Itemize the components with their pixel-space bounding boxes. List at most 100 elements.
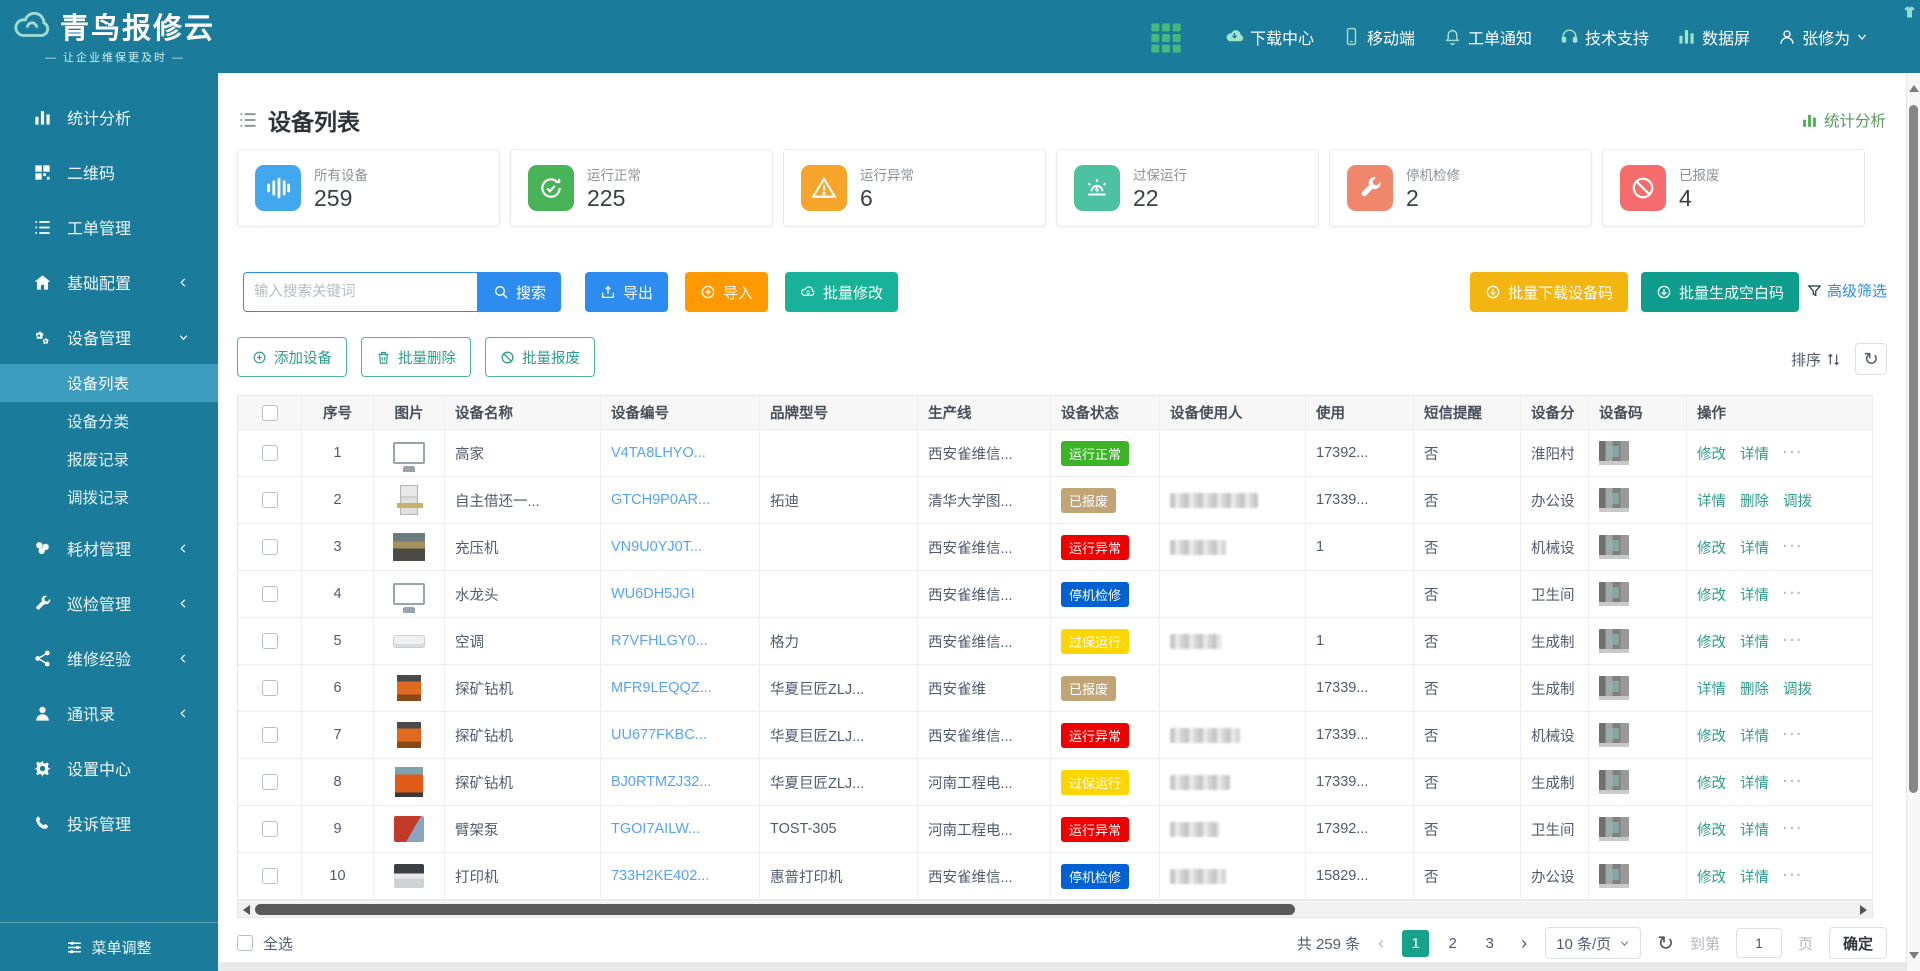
action-link-详情[interactable]: 详情	[1740, 819, 1769, 840]
page-size-select[interactable]: 10 条/页	[1545, 927, 1641, 959]
page-number-2[interactable]: 2	[1439, 930, 1466, 957]
scroll-left-arrow-icon[interactable]	[243, 905, 250, 915]
more-actions-button[interactable]: ···	[1783, 727, 1804, 743]
batch-scrap-button[interactable]: 批量报废	[485, 337, 595, 377]
action-link-详情[interactable]: 详情	[1740, 443, 1769, 464]
device-code-link[interactable]: TGOI7AILW...	[611, 821, 700, 837]
device-code-link[interactable]: 733H2KE402...	[611, 868, 709, 884]
theme-clothes-icon[interactable]	[1902, 4, 1917, 20]
vertical-scrollbar[interactable]	[1906, 73, 1920, 971]
add-device-button[interactable]: 添加设备	[237, 337, 347, 377]
sort-control[interactable]: 排序	[1791, 349, 1841, 370]
import-button[interactable]: 导入	[685, 272, 768, 312]
sidebar-item-orders[interactable]: 工单管理	[0, 207, 218, 247]
device-code-link[interactable]: UU677FKBC...	[611, 727, 707, 743]
apps-grid-icon[interactable]	[1150, 22, 1182, 54]
scroll-right-arrow-icon[interactable]	[1860, 905, 1867, 915]
device-code-link[interactable]: V4TA8LHYO...	[611, 445, 706, 461]
row-checkbox[interactable]	[262, 727, 278, 743]
device-code-link[interactable]: WU6DH5JGI	[611, 586, 695, 602]
action-link-修改[interactable]: 修改	[1697, 537, 1726, 558]
action-link-详情[interactable]: 详情	[1740, 866, 1769, 887]
export-button[interactable]: 导出	[585, 272, 668, 312]
more-actions-button[interactable]: ···	[1783, 633, 1804, 649]
row-checkbox[interactable]	[262, 586, 278, 602]
device-qr-code[interactable]	[1599, 676, 1629, 700]
sidebar-item-devices[interactable]: 设备管理	[0, 317, 218, 357]
more-actions-button[interactable]: ···	[1783, 445, 1804, 461]
device-code-link[interactable]: GTCH9P0AR...	[611, 492, 710, 508]
page-number-1[interactable]: 1	[1402, 930, 1429, 957]
search-button[interactable]: 搜索	[478, 272, 561, 312]
action-link-详情[interactable]: 详情	[1697, 490, 1726, 511]
more-actions-button[interactable]: ···	[1783, 539, 1804, 555]
action-link-删除[interactable]: 删除	[1740, 490, 1769, 511]
sidebar-item-menu-adjust[interactable]: 菜单调整	[0, 922, 218, 971]
sidebar-item-device-list[interactable]: 设备列表	[0, 364, 218, 402]
action-link-修改[interactable]: 修改	[1697, 866, 1726, 887]
row-checkbox[interactable]	[262, 633, 278, 649]
page-number-3[interactable]: 3	[1476, 930, 1503, 957]
scroll-up-arrow-icon[interactable]	[1909, 85, 1919, 92]
sidebar-item-base-config[interactable]: 基础配置	[0, 262, 218, 302]
row-checkbox[interactable]	[262, 680, 278, 696]
action-link-修改[interactable]: 修改	[1697, 725, 1726, 746]
refresh-button[interactable]: ↻	[1855, 343, 1887, 375]
row-checkbox[interactable]	[262, 774, 278, 790]
sidebar-item-consumables[interactable]: 耗材管理	[0, 528, 218, 568]
action-link-详情[interactable]: 详情	[1740, 725, 1769, 746]
action-link-详情[interactable]: 详情	[1740, 772, 1769, 793]
device-code-link[interactable]: R7VFHLGY0...	[611, 633, 708, 649]
sidebar-item-inspection[interactable]: 巡检管理	[0, 583, 218, 623]
row-checkbox[interactable]	[262, 445, 278, 461]
prev-page-arrow[interactable]: ‹	[1376, 933, 1386, 954]
action-link-调拨[interactable]: 调拨	[1783, 490, 1812, 511]
device-qr-code[interactable]	[1599, 582, 1629, 606]
stats-analysis-link[interactable]: 统计分析	[1801, 109, 1886, 131]
nav-item-order-notice[interactable]: 工单通知	[1443, 25, 1532, 49]
row-checkbox[interactable]	[262, 492, 278, 508]
sidebar-item-scrap-records[interactable]: 报废记录	[0, 440, 218, 478]
action-link-修改[interactable]: 修改	[1697, 819, 1726, 840]
row-checkbox[interactable]	[262, 539, 278, 555]
user-menu[interactable]: 张修为	[1778, 25, 1868, 49]
device-qr-code[interactable]	[1599, 535, 1629, 559]
row-checkbox[interactable]	[262, 868, 278, 884]
device-qr-code[interactable]	[1599, 817, 1629, 841]
more-actions-button[interactable]: ···	[1783, 774, 1804, 790]
action-link-修改[interactable]: 修改	[1697, 772, 1726, 793]
goto-page-input[interactable]	[1736, 928, 1782, 958]
action-link-详情[interactable]: 详情	[1697, 678, 1726, 699]
sidebar-item-repair-exp[interactable]: 维修经验	[0, 638, 218, 678]
footer-refresh-icon[interactable]: ↻	[1657, 931, 1674, 955]
confirm-button[interactable]: 确定	[1829, 927, 1887, 959]
sidebar-item-stats[interactable]: 统计分析	[0, 97, 218, 137]
batch-download-codes-button[interactable]: 批量下载设备码	[1470, 272, 1628, 312]
vertical-scroll-thumb[interactable]	[1909, 105, 1918, 793]
scroll-down-arrow-icon[interactable]	[1909, 952, 1919, 959]
sidebar-item-contacts[interactable]: 通讯录	[0, 693, 218, 733]
sidebar-item-settings[interactable]: 设置中心	[0, 748, 218, 788]
row-checkbox[interactable]	[262, 821, 278, 837]
action-link-删除[interactable]: 删除	[1740, 678, 1769, 699]
device-qr-code[interactable]	[1599, 629, 1629, 653]
more-actions-button[interactable]: ···	[1783, 821, 1804, 837]
more-actions-button[interactable]: ···	[1783, 586, 1804, 602]
device-qr-code[interactable]	[1599, 723, 1629, 747]
nav-item-download-center[interactable]: 下载中心	[1225, 25, 1314, 49]
device-code-link[interactable]: BJ0RTMZJ32...	[611, 774, 711, 790]
batch-delete-button[interactable]: 批量删除	[361, 337, 471, 377]
device-qr-code[interactable]	[1599, 864, 1629, 888]
device-code-link[interactable]: MFR9LEQQZ...	[611, 680, 712, 696]
action-link-修改[interactable]: 修改	[1697, 443, 1726, 464]
more-actions-button[interactable]: ···	[1783, 868, 1804, 884]
action-link-详情[interactable]: 详情	[1740, 584, 1769, 605]
action-link-修改[interactable]: 修改	[1697, 631, 1726, 652]
device-qr-code[interactable]	[1599, 770, 1629, 794]
sidebar-item-qr-code[interactable]: 二维码	[0, 152, 218, 192]
header-checkbox[interactable]	[262, 405, 278, 421]
horizontal-scrollbar[interactable]	[237, 902, 1873, 918]
sidebar-item-complaints[interactable]: 投诉管理	[0, 803, 218, 843]
sidebar-item-device-category[interactable]: 设备分类	[0, 402, 218, 440]
action-link-详情[interactable]: 详情	[1740, 537, 1769, 558]
